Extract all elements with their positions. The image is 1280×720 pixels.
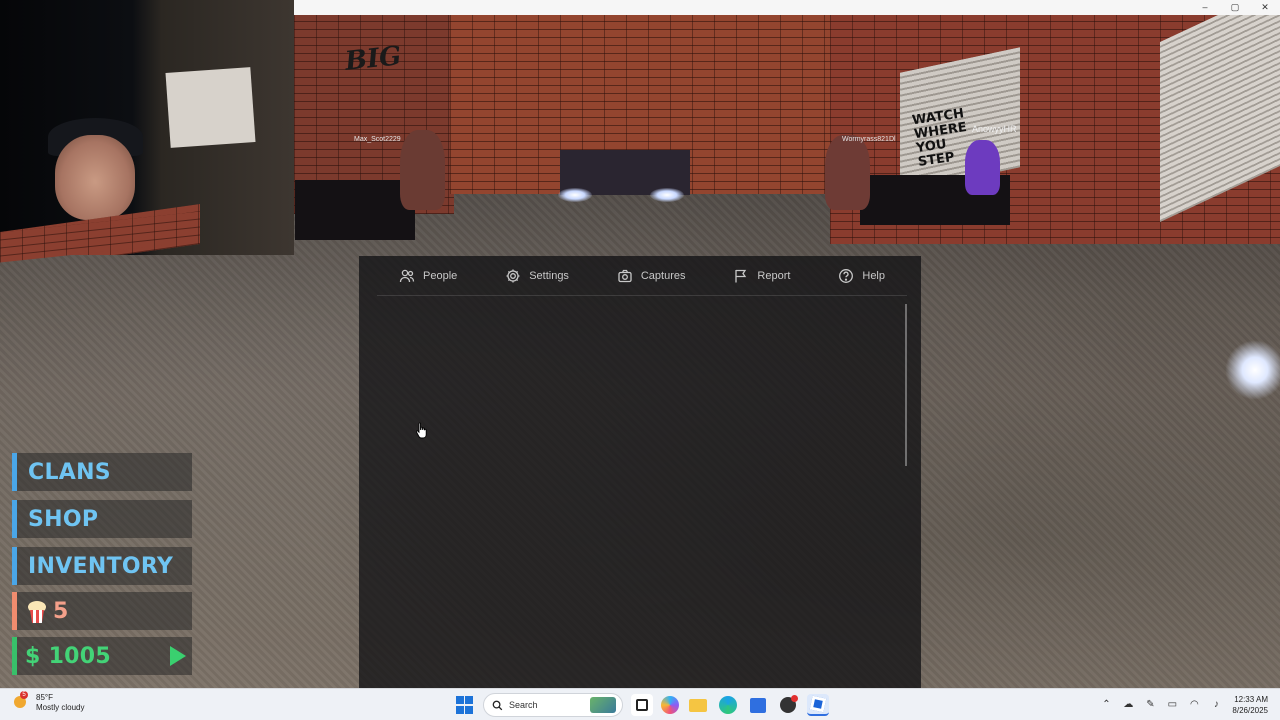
tab-people[interactable]: People <box>377 256 479 296</box>
weather-icon: 5 <box>10 691 30 713</box>
chevron-up-icon[interactable]: ⌃ <box>1100 699 1112 711</box>
player-avatar <box>825 135 870 210</box>
start-button[interactable] <box>453 694 475 716</box>
cloud-icon[interactable]: ☁ <box>1122 699 1134 711</box>
weather-widget[interactable]: 5 85°F Mostly cloudy <box>10 691 84 713</box>
graffiti-text: BIG <box>343 41 403 77</box>
edge-icon[interactable] <box>717 694 739 716</box>
scrollbar[interactable] <box>905 304 907 466</box>
tab-captures[interactable]: Captures <box>595 256 708 296</box>
store-icon[interactable] <box>747 694 769 716</box>
task-view-icon[interactable] <box>631 694 653 716</box>
camera-icon <box>618 269 632 282</box>
popcorn-count: 5 <box>53 598 69 624</box>
player-nametag: Max_Scot2229 <box>354 136 401 143</box>
player-nametag: AnowyyHR <box>972 124 1017 134</box>
tab-report[interactable]: Report <box>711 256 812 296</box>
help-icon <box>839 268 854 283</box>
windows-taskbar: 5 85°F Mostly cloudy Search ⌃ ☁ ✎ ▭ ◠ ♪ … <box>0 688 1280 720</box>
wifi-icon[interactable]: ◠ <box>1188 699 1200 711</box>
clock-time: 12:33 AM <box>1234 695 1268 704</box>
money-value: $ 1005 <box>25 643 111 669</box>
tab-label: Captures <box>640 269 686 282</box>
player-nametag: Wormyrass821Dl <box>842 136 896 143</box>
tab-help[interactable]: Help <box>816 256 907 296</box>
popcorn-counter: 5 <box>12 592 192 630</box>
inventory-button[interactable]: INVENTORY <box>12 547 192 585</box>
tab-label: Settings <box>529 269 569 282</box>
tab-label: People <box>423 269 458 282</box>
accent-bar <box>12 500 17 538</box>
tab-settings[interactable]: Settings <box>483 256 591 296</box>
tab-label: Report <box>757 269 791 282</box>
copilot-icon[interactable] <box>661 696 679 714</box>
accent-bar <box>12 547 17 585</box>
roblox-studio-icon[interactable] <box>777 694 799 716</box>
weather-desc: Mostly cloudy <box>36 703 85 712</box>
search-highlight-icon <box>590 697 616 713</box>
tab-label: Help <box>862 269 885 282</box>
search-icon <box>492 700 503 710</box>
clans-label: CLANS <box>28 459 111 485</box>
clans-button[interactable]: CLANS <box>12 453 192 491</box>
floor-light <box>1225 340 1280 400</box>
floor-light <box>650 188 684 202</box>
shop-label: SHOP <box>28 506 99 532</box>
search-placeholder: Search <box>509 700 538 710</box>
streamer-face <box>55 135 135 220</box>
search-input[interactable]: Search <box>483 693 623 717</box>
system-tray: ⌃ ☁ ✎ ▭ ◠ ♪ 12:33 AM 8/26/2025 <box>1100 693 1268 717</box>
shop-button[interactable]: SHOP <box>12 500 192 538</box>
folder-icon[interactable] <box>687 694 709 716</box>
window-controls: – ▢ ✕ <box>1190 0 1280 15</box>
close-button[interactable]: ✕ <box>1250 0 1280 15</box>
money-counter: $ 1005 <box>12 637 192 675</box>
notification-badge: 5 <box>20 691 28 699</box>
minimize-button[interactable]: – <box>1190 0 1220 15</box>
window-title-bar[interactable]: – ▢ ✕ <box>294 0 1280 15</box>
people-icon <box>399 269 415 282</box>
popcorn-icon <box>27 599 47 623</box>
volume-icon[interactable]: ♪ <box>1210 699 1222 711</box>
inventory-label: INVENTORY <box>28 553 174 579</box>
flag-icon <box>735 269 747 282</box>
hand-cursor-icon <box>415 422 427 439</box>
pen-icon[interactable]: ✎ <box>1144 699 1156 711</box>
player-avatar <box>965 140 1000 195</box>
menu-tab-bar: People Settings Captures Report Help <box>377 256 907 296</box>
weather-text: 85°F Mostly cloudy <box>36 693 84 713</box>
desk <box>295 180 415 240</box>
maximize-button[interactable]: ▢ <box>1220 0 1250 15</box>
play-arrow-icon[interactable] <box>170 646 186 666</box>
roblox-icon[interactable] <box>807 694 829 716</box>
floor-light <box>558 188 592 202</box>
clock-date: 8/26/2025 <box>1232 706 1268 715</box>
clock[interactable]: 12:33 AM 8/26/2025 <box>1232 694 1268 716</box>
accent-bar <box>12 637 17 675</box>
player-avatar <box>400 130 445 210</box>
game-menu-panel: People Settings Captures Report Help <box>359 256 921 688</box>
display-icon[interactable]: ▭ <box>1166 699 1178 711</box>
accent-bar <box>12 453 17 491</box>
wall-poster <box>165 67 256 148</box>
gear-icon <box>506 269 520 282</box>
accent-bar <box>12 592 17 630</box>
taskbar-center: Search <box>453 693 829 717</box>
weather-temp: 85°F <box>36 693 53 702</box>
